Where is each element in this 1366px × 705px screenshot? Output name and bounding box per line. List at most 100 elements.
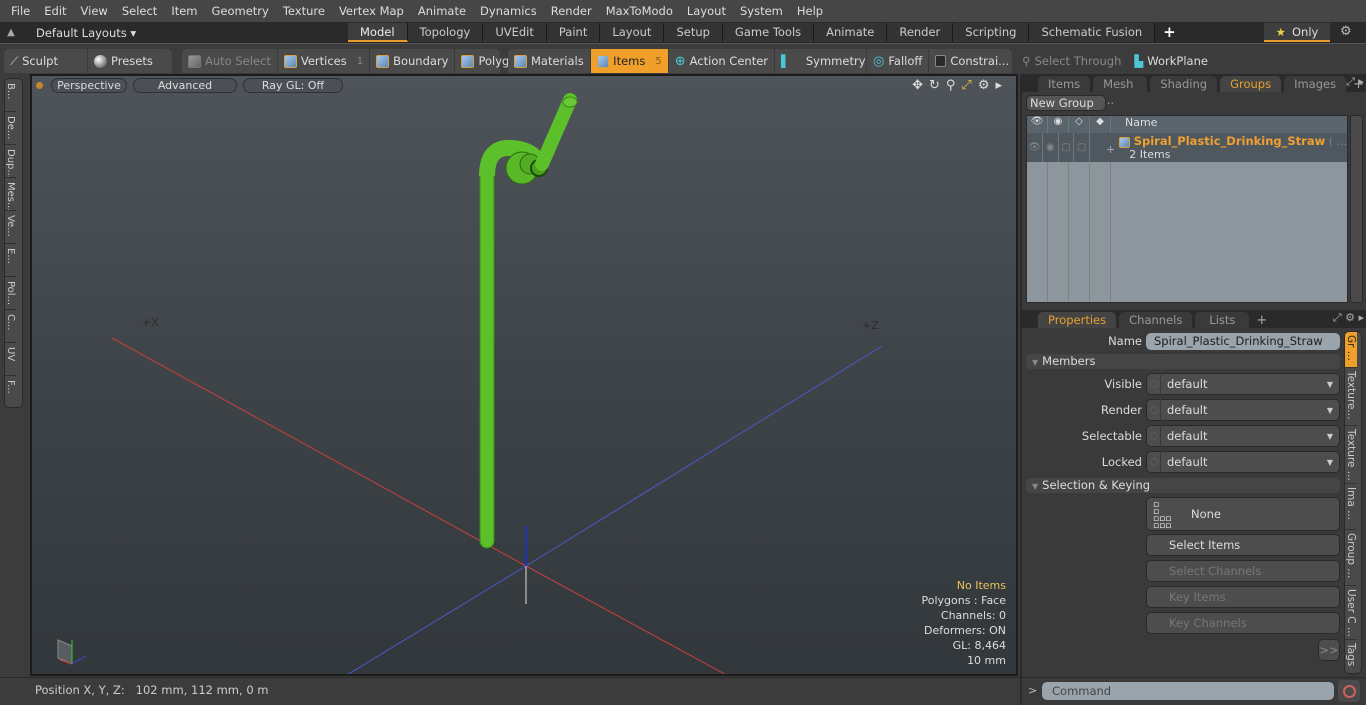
menu-help[interactable]: Help — [790, 4, 830, 18]
tab-groups[interactable]: Groups — [1220, 76, 1282, 92]
group-row[interactable]: 👁 ◉ ▢ ▢ + Spiral_Plastic_Drinking_Straw … — [1027, 133, 1347, 162]
visibility-col-icon[interactable]: 👁 — [1027, 116, 1048, 133]
groups-scrollbar[interactable] — [1350, 115, 1363, 303]
expand-row-icon[interactable]: + — [1090, 133, 1119, 162]
new-group-button[interactable]: New Group — [1026, 95, 1106, 111]
menu-select[interactable]: Select — [115, 4, 164, 18]
visible-dropdown[interactable]: default ▼ — [1146, 373, 1340, 395]
tab-items[interactable]: Items — [1038, 76, 1091, 92]
left-tab-basic[interactable]: B... — [5, 79, 16, 112]
none-selection-button[interactable]: ▫ ▫ ▫▫▫ ▫▫▫ None — [1146, 497, 1340, 531]
viewport-gear-icon[interactable]: ⚙ — [978, 78, 990, 93]
menu-file[interactable]: File — [4, 4, 37, 18]
symmetry-button[interactable]: ▌ Symmetry — [775, 49, 868, 73]
only-button[interactable]: ★ Only — [1264, 23, 1330, 42]
left-tab-duplicate[interactable]: Dup... — [5, 145, 16, 178]
items-button[interactable]: Items 5 — [590, 49, 669, 73]
menu-layout[interactable]: Layout — [680, 4, 733, 18]
tab-paint[interactable]: Paint — [546, 23, 601, 42]
tab-mesh[interactable]: Mesh ... — [1093, 76, 1148, 107]
pan-icon[interactable]: ✥ — [912, 78, 923, 93]
materials-button[interactable]: Materials — [508, 49, 591, 73]
row-select-icon[interactable]: ▢ — [1074, 133, 1090, 162]
tab-uvedit[interactable]: UVEdit — [483, 23, 547, 42]
select-through-button[interactable]: ⚲ Select Through — [1016, 49, 1129, 73]
side-tab-image[interactable]: Ima ... — [1345, 484, 1357, 530]
layouts-dropdown[interactable]: Default Layouts ▾ — [22, 26, 322, 40]
action-center-button[interactable]: ⊕ Action Center — [669, 49, 776, 73]
tab-scripting[interactable]: Scripting — [953, 23, 1030, 42]
sculpt-button[interactable]: ⟋ Sculpt — [4, 49, 88, 73]
boundary-button[interactable]: Boundary — [370, 49, 456, 73]
tab-channels[interactable]: Channels — [1119, 312, 1193, 328]
shading-mode-button[interactable]: Advanced — [133, 78, 237, 93]
tab-animate[interactable]: Animate — [814, 23, 888, 42]
presets-button[interactable]: Presets — [88, 49, 159, 73]
maximize-icon[interactable]: ⤢ — [961, 78, 971, 93]
row-visibility-icon[interactable]: 👁 — [1027, 133, 1043, 162]
selection-keying-section[interactable]: ▼ Selection & Keying — [1026, 478, 1340, 493]
menu-maxtomodo[interactable]: MaxToModo — [599, 4, 680, 18]
key-channels-button[interactable]: Key Channels — [1146, 612, 1340, 634]
viewport-options-dot[interactable] — [36, 82, 43, 89]
tab-render[interactable]: Render — [887, 23, 954, 42]
view-type-button[interactable]: Perspective — [51, 78, 127, 93]
select-channels-button[interactable]: Select Channels — [1146, 560, 1340, 582]
selectable-dropdown[interactable]: default ▼ — [1146, 425, 1340, 447]
gear-icon[interactable]: ⚙ — [1340, 24, 1352, 39]
tab-setup[interactable]: Setup — [664, 23, 723, 42]
falloff-button[interactable]: ◎ Falloff — [867, 49, 930, 73]
straw-model[interactable] — [479, 93, 578, 549]
left-tab-edge[interactable]: E... — [5, 244, 16, 277]
tab-images[interactable]: Images — [1284, 76, 1347, 92]
left-tab-mesh[interactable]: Mes... — [5, 178, 16, 211]
menu-view[interactable]: View — [74, 4, 115, 18]
row-render-icon[interactable]: ◉ — [1043, 133, 1059, 162]
more-button[interactable]: >> — [1318, 639, 1340, 661]
3d-viewport[interactable]: +X +Z Perspective Advanced Ray GL: Off ✥… — [30, 74, 1018, 676]
vertices-button[interactable]: Vertices 1 — [278, 49, 371, 73]
zoom-icon[interactable]: ⚲ — [946, 78, 956, 93]
side-tab-tags[interactable]: Tags — [1345, 640, 1357, 673]
record-macro-button[interactable] — [1338, 680, 1360, 702]
left-tab-uv[interactable]: UV — [5, 343, 16, 376]
menu-dynamics[interactable]: Dynamics — [473, 4, 544, 18]
left-tab-vertex[interactable]: Ve... — [5, 211, 16, 244]
side-tab-user-channels[interactable]: User C ... — [1345, 586, 1357, 640]
add-props-tab-button[interactable]: + — [1252, 313, 1271, 328]
left-tab-fusion[interactable]: F... — [5, 376, 16, 409]
tab-properties[interactable]: Properties — [1038, 312, 1117, 328]
render-col-icon[interactable]: ◉ — [1048, 116, 1069, 133]
tab-lists[interactable]: Lists — [1195, 312, 1250, 328]
menu-animate[interactable]: Animate — [411, 4, 473, 18]
constraints-button[interactable]: Constrai... — [929, 49, 1017, 73]
add-tab-button[interactable]: + — [1155, 23, 1184, 42]
left-tab-deform[interactable]: De... — [5, 112, 16, 145]
tab-schematic-fusion[interactable]: Schematic Fusion — [1029, 23, 1156, 42]
select-col-icon[interactable]: ◆ — [1090, 116, 1111, 133]
tab-shading[interactable]: Shading — [1150, 76, 1218, 92]
key-items-button[interactable]: Key Items — [1146, 586, 1340, 608]
tab-layout[interactable]: Layout — [600, 23, 665, 42]
rotate-icon[interactable]: ↻ — [929, 78, 940, 93]
side-tab-texture-1[interactable]: Texture... — [1345, 368, 1357, 426]
props-options-icon[interactable]: ⤢ ⚙ ▸ — [1333, 311, 1364, 325]
auto-select-button[interactable]: Auto Select — [182, 49, 278, 73]
left-tab-polygon[interactable]: Pol... — [5, 277, 16, 310]
menu-vertex-map[interactable]: Vertex Map — [332, 4, 411, 18]
locked-dropdown[interactable]: default ▼ — [1146, 451, 1340, 473]
collapse-up-icon[interactable]: ▲ — [0, 27, 22, 38]
workplane-button[interactable]: ▙ WorkPlane — [1128, 49, 1214, 73]
row-lock-icon[interactable]: ▢ — [1059, 133, 1075, 162]
menu-system[interactable]: System — [733, 4, 790, 18]
side-tab-texture-2[interactable]: Texture ... — [1345, 426, 1357, 484]
left-tab-curve[interactable]: C... — [5, 310, 16, 343]
menu-edit[interactable]: Edit — [37, 4, 73, 18]
menu-item[interactable]: Item — [164, 4, 204, 18]
name-field[interactable]: Spiral_Plastic_Drinking_Straw (4) — [1146, 333, 1340, 365]
lock-col-icon[interactable]: ◇ — [1069, 116, 1090, 133]
render-dropdown[interactable]: default ▼ — [1146, 399, 1340, 421]
side-tab-group[interactable]: Gr ... — [1345, 332, 1357, 368]
members-section[interactable]: ▼ Members — [1026, 354, 1340, 369]
side-tab-group-2[interactable]: Group ... — [1345, 530, 1357, 586]
